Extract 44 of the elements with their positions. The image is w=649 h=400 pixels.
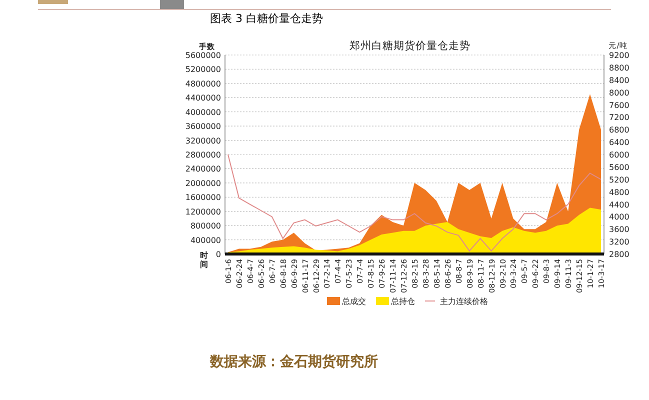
- legend-line-icon: [424, 300, 436, 302]
- y-axis-label: 7200: [609, 113, 630, 122]
- y-axis-label: 2000000: [185, 178, 221, 188]
- y-axis-label: 2400000: [185, 164, 221, 174]
- y-axis-label: 4800000: [185, 79, 221, 88]
- legend-label: 总成交: [342, 297, 366, 306]
- y-axis-label: 8400: [609, 76, 630, 85]
- legend-swatch: [327, 297, 340, 305]
- legend-label: 总持仓: [391, 297, 415, 306]
- y-axis-label: 1200000: [185, 207, 221, 216]
- y-axis-label: 0: [216, 250, 221, 259]
- logo-block: [160, 0, 184, 9]
- y-axis-label: 2800000: [185, 150, 221, 160]
- y-axis-label: 4400: [609, 200, 630, 210]
- y-axis-label: 5200000: [185, 65, 221, 74]
- y-axis-label: 4000000: [185, 108, 221, 117]
- y-axis-label: 1600000: [185, 193, 221, 202]
- y-axis-label: 5600000: [185, 51, 221, 60]
- y-axis-label: 800000: [190, 222, 221, 231]
- y-axis-label: 8000: [609, 88, 630, 98]
- y-axis-label: 6000: [609, 150, 630, 160]
- y-axis-label: 4400000: [185, 94, 221, 103]
- y-axis-label: 5200: [609, 175, 630, 184]
- y-axis-label: 7600: [609, 100, 630, 110]
- y-axis-label: 4000: [609, 212, 630, 222]
- chart-title: 郑州白糖期货价量仓走势: [350, 40, 470, 52]
- y-axis-label: 3600: [609, 225, 630, 234]
- data-source: 数据来源：金石期货研究所: [210, 352, 379, 372]
- y-axis-label: 3200: [609, 238, 630, 247]
- y-axis-label: 400000: [190, 236, 221, 245]
- y-axis-label: 3600000: [185, 122, 221, 132]
- x-axis-title: 时间: [200, 251, 208, 269]
- y-axis-label: 6400: [609, 138, 630, 148]
- y-axis-label: 5600: [609, 162, 630, 172]
- legend-swatch: [376, 297, 389, 305]
- y-axis-label: 6800: [609, 126, 630, 135]
- legend-label: 主力连续价格: [440, 297, 488, 306]
- y-axis-label: 2800: [609, 250, 630, 259]
- y-axis-label: 9200: [609, 51, 630, 60]
- y-axis-label: 8800: [609, 63, 630, 72]
- y-axis-label: 3200000: [185, 136, 221, 146]
- figure-caption: 图表 3 白糖价量仓走势: [210, 12, 324, 26]
- logo-strip: [38, 0, 68, 4]
- y-axis-label: 4800: [609, 188, 630, 197]
